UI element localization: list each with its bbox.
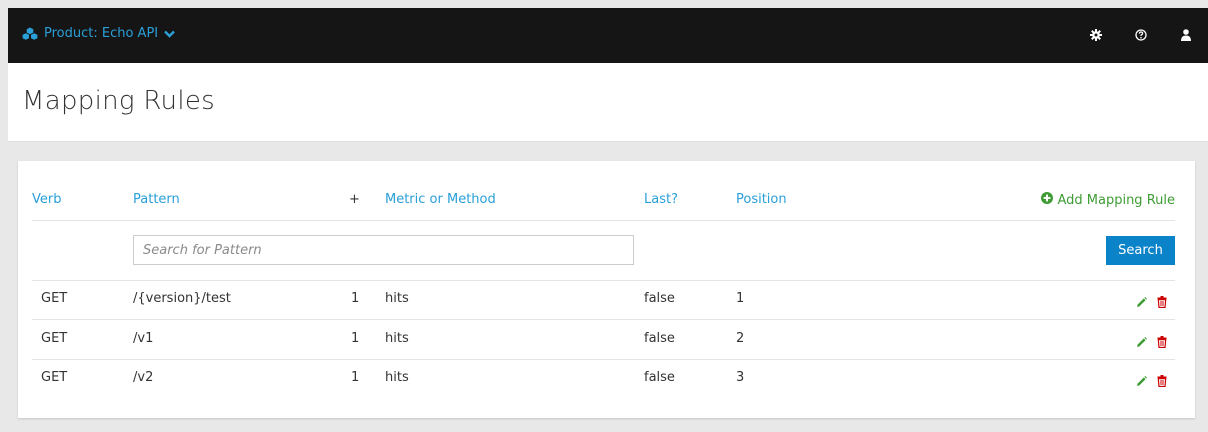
edit-pencil-icon[interactable]: [1136, 333, 1147, 352]
divider: [32, 220, 1175, 221]
cell-metric: hits: [385, 370, 409, 385]
product-selector[interactable]: Product: Echo API: [22, 26, 175, 41]
top-navbar: Product: Echo API: [8, 8, 1208, 63]
search-button[interactable]: Search: [1106, 236, 1175, 265]
cell-delta: 1: [351, 370, 360, 385]
pattern-search-input[interactable]: [133, 235, 634, 265]
cell-metric: hits: [385, 331, 409, 346]
cell-metric: hits: [385, 291, 409, 306]
cell-pattern: /v2: [133, 370, 154, 385]
header-verb[interactable]: Verb: [32, 192, 61, 207]
cell-pattern: /v1: [133, 331, 154, 346]
settings-button[interactable]: [1073, 8, 1118, 63]
divider: [32, 359, 1175, 360]
page-header: Mapping Rules: [8, 63, 1208, 142]
header-last[interactable]: Last?: [644, 192, 678, 207]
cell-last: false: [644, 370, 675, 385]
divider: [32, 319, 1175, 320]
cell-verb: GET: [41, 370, 68, 385]
cell-delta: 1: [351, 331, 360, 346]
product-label: Product: Echo API: [44, 26, 159, 41]
plus-circle-icon: [1041, 192, 1054, 208]
trash-icon[interactable]: [1157, 372, 1167, 391]
cell-delta: 1: [351, 291, 360, 306]
gear-icon: [1089, 26, 1102, 45]
edit-pencil-icon[interactable]: [1136, 372, 1147, 391]
trash-icon[interactable]: [1157, 293, 1167, 312]
help-icon: [1134, 26, 1147, 45]
header-pattern[interactable]: Pattern: [133, 192, 180, 207]
add-mapping-rule-link[interactable]: Add Mapping Rule: [1041, 192, 1175, 208]
cell-last: false: [644, 331, 675, 346]
divider: [32, 280, 1175, 281]
edit-pencil-icon[interactable]: [1136, 293, 1147, 312]
user-icon: [1180, 26, 1191, 45]
cell-verb: GET: [41, 331, 68, 346]
chevron-down-icon: [164, 30, 175, 38]
header-position[interactable]: Position: [736, 192, 787, 207]
header-metric[interactable]: Metric or Method: [385, 192, 496, 207]
mapping-rules-card: Verb Pattern + Metric or Method Last? Po…: [18, 161, 1195, 418]
cell-verb: GET: [41, 291, 68, 306]
page-title: Mapping Rules: [22, 86, 215, 116]
cell-last: false: [644, 291, 675, 306]
add-mapping-rule-label: Add Mapping Rule: [1057, 192, 1175, 208]
header-plus: +: [349, 192, 360, 207]
cubes-icon: [22, 27, 38, 40]
cell-position: 2: [736, 331, 745, 346]
help-button[interactable]: [1118, 8, 1163, 63]
trash-icon[interactable]: [1157, 333, 1167, 352]
cell-position: 3: [736, 370, 745, 385]
cell-pattern: /{version}/test: [133, 291, 231, 306]
cell-position: 1: [736, 291, 745, 306]
user-menu-button[interactable]: [1163, 8, 1208, 63]
